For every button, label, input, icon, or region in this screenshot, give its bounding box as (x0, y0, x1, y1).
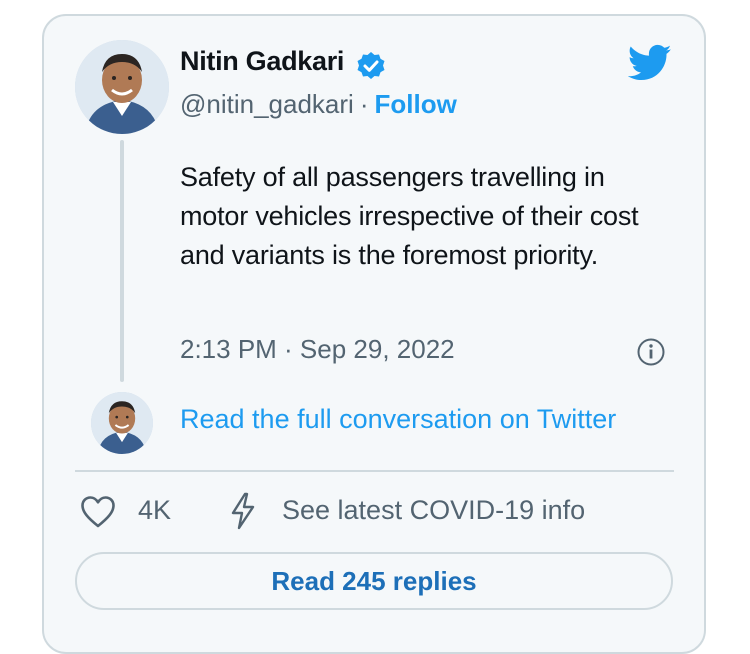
author-avatar-small[interactable] (91, 392, 153, 454)
tweet-timestamp[interactable]: 2:13 PM · Sep 29, 2022 (180, 334, 455, 365)
lightning-bolt-icon (231, 492, 255, 530)
verified-badge-icon (357, 52, 385, 79)
author-name[interactable]: Nitin Gadkari (180, 46, 344, 77)
author-handle[interactable]: @nitin_gadkari (180, 89, 354, 119)
tweet-text: Safety of all passengers travelling in m… (180, 162, 639, 270)
read-replies-button[interactable]: Read 245 replies (75, 552, 673, 610)
separator-dot: · (359, 89, 369, 119)
read-full-conversation-link[interactable]: Read the full conversation on Twitter (180, 404, 616, 435)
handle-row: @nitin_gadkari · Follow (180, 89, 457, 120)
follow-link[interactable]: Follow (375, 89, 457, 119)
covid-info-link[interactable]: See latest COVID-19 info (282, 495, 585, 526)
author-avatar[interactable] (75, 40, 169, 134)
info-icon[interactable] (636, 337, 666, 367)
divider (75, 470, 674, 472)
likes-count[interactable]: 4K (138, 495, 171, 526)
twitter-bird-icon[interactable] (628, 44, 672, 82)
thread-connector-line (120, 140, 124, 382)
heart-icon[interactable] (80, 495, 116, 529)
